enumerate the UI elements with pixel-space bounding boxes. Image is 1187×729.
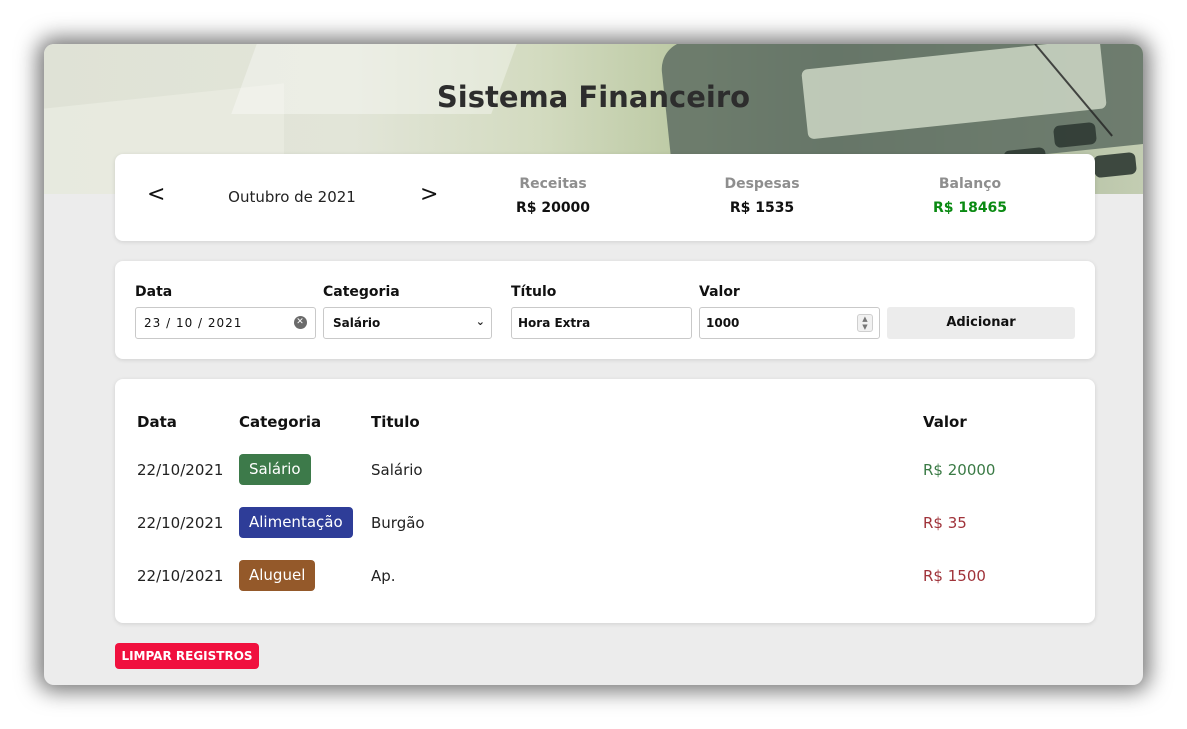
row-value: R$ 20000 [923, 461, 996, 479]
stat-balanco-label: Balanço [938, 176, 1002, 192]
header-value: Valor [923, 413, 967, 431]
row-title: Ap. [371, 567, 396, 585]
page-title: Sistema Financeiro [436, 80, 751, 114]
value-label: Valor [699, 284, 740, 300]
value-input[interactable]: 1000 ▲ ▼ [699, 307, 880, 339]
row-date: 22/10/2021 [137, 567, 224, 585]
stat-receitas: Receitas R$ 20000 [473, 176, 633, 216]
stat-receitas-value: R$ 20000 [515, 200, 591, 216]
title-label: Título [511, 284, 557, 300]
title-value: Hora Extra [518, 316, 591, 330]
entries-table: Data Categoria Titulo Valor 22/10/2021 S… [115, 379, 1095, 623]
date-label: Data [135, 284, 173, 300]
current-month: Outubro de 2021 [228, 188, 356, 206]
banner-calculator-key [1052, 121, 1098, 149]
category-badge: Salário [239, 454, 311, 485]
add-button[interactable]: Adicionar [887, 307, 1075, 339]
banner-calculator-key [1092, 151, 1138, 179]
stat-despesas-value: R$ 1535 [729, 200, 795, 216]
chevron-down-icon: ⌄ [475, 315, 485, 328]
row-title: Burgão [371, 514, 425, 532]
app-window: Sistema Financeiro < Outubro de 2021 > R… [44, 44, 1143, 685]
prev-month-button[interactable]: < [147, 184, 165, 206]
date-value: 23 / 10 / 2021 [144, 316, 243, 330]
row-value: R$ 1500 [923, 567, 986, 585]
category-select[interactable]: Salário ⌄ [323, 307, 492, 339]
row-date: 22/10/2021 [137, 514, 224, 532]
category-label: Categoria [323, 284, 400, 300]
title-input[interactable]: Hora Extra [511, 307, 692, 339]
row-title: Salário [371, 461, 423, 479]
stat-balanco-value: R$ 18465 [932, 200, 1008, 216]
clear-records-button[interactable]: LIMPAR REGISTROS [115, 643, 259, 669]
header-title: Titulo [371, 413, 420, 431]
number-stepper-icon[interactable]: ▲ ▼ [857, 314, 873, 332]
add-entry-form: Data 23 / 10 / 2021 ✕ Categoria Salário … [115, 261, 1095, 359]
category-selected: Salário [333, 316, 381, 330]
row-date: 22/10/2021 [137, 461, 224, 479]
summary-card: < Outubro de 2021 > Receitas R$ 20000 De… [115, 154, 1095, 241]
date-input[interactable]: 23 / 10 / 2021 ✕ [135, 307, 316, 339]
header-category: Categoria [239, 413, 322, 431]
row-value: R$ 35 [923, 514, 967, 532]
category-badge: Aluguel [239, 560, 316, 591]
stat-despesas-label: Despesas [724, 176, 800, 192]
clear-date-icon[interactable]: ✕ [294, 316, 307, 329]
stat-balanco: Balanço R$ 18465 [890, 176, 1050, 216]
next-month-button[interactable]: > [420, 184, 438, 206]
header-date: Data [137, 413, 177, 431]
value-value: 1000 [706, 316, 740, 330]
stat-receitas-label: Receitas [519, 176, 587, 192]
category-badge: Alimentação [239, 507, 353, 538]
stat-despesas: Despesas R$ 1535 [682, 176, 842, 216]
